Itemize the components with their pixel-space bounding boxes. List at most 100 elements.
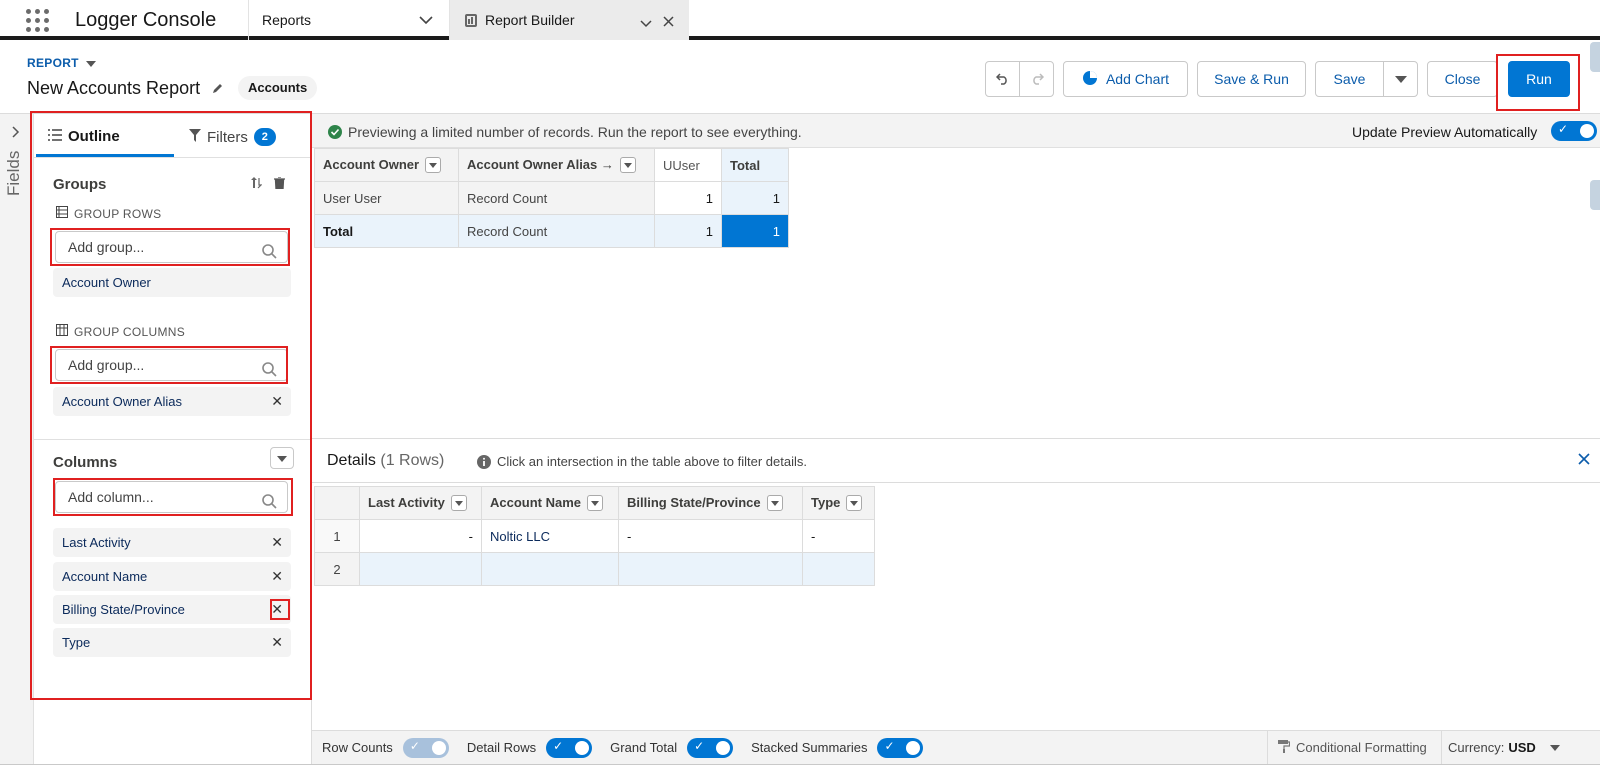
redo-button[interactable] [1019, 61, 1054, 97]
matrix-header-uuser: UUser [654, 148, 722, 182]
matrix-header-account-owner[interactable]: Account Owner [314, 148, 459, 182]
app-name: Logger Console [75, 9, 217, 31]
column-chip[interactable]: Account Name ✕ [53, 562, 291, 591]
group-columns-search-input[interactable]: Add group... [55, 349, 288, 381]
remove-icon[interactable]: ✕ [271, 528, 283, 557]
table-cell[interactable]: 1 [721, 181, 789, 215]
tab-divider [34, 157, 312, 158]
column-chip[interactable]: Last Activity ✕ [53, 528, 291, 557]
grand-total-label: Grand Total [610, 740, 678, 755]
matrix-header-label: Total [730, 157, 761, 173]
column-menu-icon[interactable] [619, 157, 636, 174]
details-header-type[interactable]: Type [802, 486, 875, 520]
table-cell[interactable]: 1 [721, 214, 789, 248]
table-cell[interactable]: 1 [654, 214, 722, 248]
tab-reports[interactable]: Reports [248, 0, 448, 40]
row-number: 2 [314, 552, 360, 586]
auto-update-label: Update Preview Automatically [1352, 124, 1538, 140]
close-tab-icon[interactable] [663, 14, 674, 30]
table-cell: User User [314, 181, 459, 215]
columns-title: Columns [53, 454, 118, 471]
group-row-chip[interactable]: Account Owner [53, 268, 291, 297]
stacked-summaries-toggle[interactable]: ✓ [877, 737, 924, 758]
save-button[interactable]: Save [1315, 61, 1384, 97]
table-row: 1 - Noltic LLC - - [314, 519, 875, 553]
table-cell: - [359, 519, 482, 553]
remove-icon[interactable]: ✕ [271, 628, 283, 657]
column-menu-icon[interactable] [587, 495, 604, 512]
add-chart-button[interactable]: Add Chart [1063, 61, 1188, 97]
row-counts-label: Row Counts [322, 740, 393, 755]
table-cell[interactable]: Noltic LLC [481, 519, 619, 553]
close-button[interactable]: Close [1427, 61, 1498, 97]
column-menu-icon[interactable] [766, 495, 783, 512]
outline-panel: Outline Filters 2 Groups GROUP ROWS Add … [34, 114, 312, 764]
conditional-formatting-label: Conditional Formatting [1296, 740, 1427, 755]
tab-outline[interactable]: Outline [48, 128, 120, 145]
remove-icon[interactable]: ✕ [271, 387, 283, 416]
row-counts-toggle[interactable]: ✓ [402, 737, 449, 758]
swap-icon[interactable] [250, 177, 263, 192]
details-header-label: Last Activity [368, 494, 445, 510]
search-icon [262, 489, 277, 519]
table-cell: Record Count [458, 214, 655, 248]
remove-icon[interactable]: ✕ [271, 562, 283, 591]
report-title: New Accounts Report [27, 78, 201, 98]
chevron-down-icon[interactable] [419, 12, 433, 28]
column-label: Billing State/Province [62, 602, 185, 617]
matrix-header-owner-alias[interactable]: Account Owner Alias → [458, 148, 655, 182]
group-column-chip[interactable]: Account Owner Alias ✕ [53, 387, 291, 416]
currency-selector[interactable]: Currency: USD [1441, 731, 1560, 764]
tab-outline-label: Outline [68, 128, 120, 145]
tab-filters[interactable]: Filters 2 [189, 128, 276, 146]
column-chip[interactable]: Type ✕ [53, 628, 291, 657]
report-icon [465, 13, 477, 27]
undo-button[interactable] [985, 61, 1020, 97]
list-icon [48, 128, 62, 145]
grand-total-toggle[interactable]: ✓ [687, 737, 734, 758]
edit-pencil-icon[interactable] [211, 79, 224, 100]
trash-icon[interactable] [274, 176, 285, 192]
close-icon[interactable] [1578, 453, 1590, 468]
save-menu-button[interactable] [1383, 61, 1418, 97]
close-label: Close [1444, 71, 1481, 87]
auto-update-toggle[interactable]: ✓ [1551, 121, 1597, 141]
app-launcher-icon[interactable] [26, 9, 50, 33]
rows-icon [56, 206, 68, 221]
details-header-last-activity[interactable]: Last Activity [359, 486, 482, 520]
column-menu-icon[interactable] [425, 157, 442, 174]
side-handle[interactable] [1590, 42, 1600, 72]
report-type-label[interactable]: REPORT [27, 56, 97, 70]
conditional-formatting-button[interactable]: Conditional Formatting [1267, 731, 1427, 764]
columns-menu-button[interactable] [270, 447, 294, 469]
run-button[interactable]: Run [1508, 61, 1570, 97]
columns-search-input[interactable]: Add column... [55, 481, 288, 513]
save-run-label: Save & Run [1214, 71, 1289, 87]
table-cell[interactable]: 1 [654, 181, 722, 215]
columns-icon [56, 324, 68, 339]
detail-rows-toggle[interactable]: ✓ [546, 737, 593, 758]
details-header-row: Last Activity Account Name Billing State… [314, 486, 875, 520]
details-hint: Click an intersection in the table above… [497, 454, 808, 469]
group-rows-search-input[interactable]: Add group... [55, 231, 288, 263]
search-icon [262, 357, 277, 387]
details-header-billing-state[interactable]: Billing State/Province [618, 486, 803, 520]
chart-icon [1082, 70, 1098, 89]
side-handle[interactable] [1590, 180, 1600, 210]
filters-count-badge: 2 [253, 128, 276, 146]
tab-report-builder[interactable]: Report Builder [449, 0, 689, 40]
group-columns-label: GROUP COLUMNS [74, 324, 186, 339]
fields-panel-toggle[interactable]: Fields [0, 114, 34, 764]
save-run-button[interactable]: Save & Run [1197, 61, 1306, 97]
chevron-right-icon [12, 126, 20, 141]
column-chip[interactable]: Billing State/Province ✕ [53, 595, 291, 624]
add-chart-label: Add Chart [1105, 71, 1170, 87]
column-label: Type [62, 635, 91, 650]
columns-placeholder: Add column... [68, 489, 154, 505]
details-header-account-name[interactable]: Account Name [481, 486, 619, 520]
column-menu-icon[interactable] [450, 495, 467, 512]
column-menu-icon[interactable] [846, 495, 863, 512]
chevron-down-icon[interactable] [640, 15, 652, 31]
remove-icon[interactable]: ✕ [271, 595, 283, 624]
group-columns-header: GROUP COLUMNS [56, 324, 185, 339]
